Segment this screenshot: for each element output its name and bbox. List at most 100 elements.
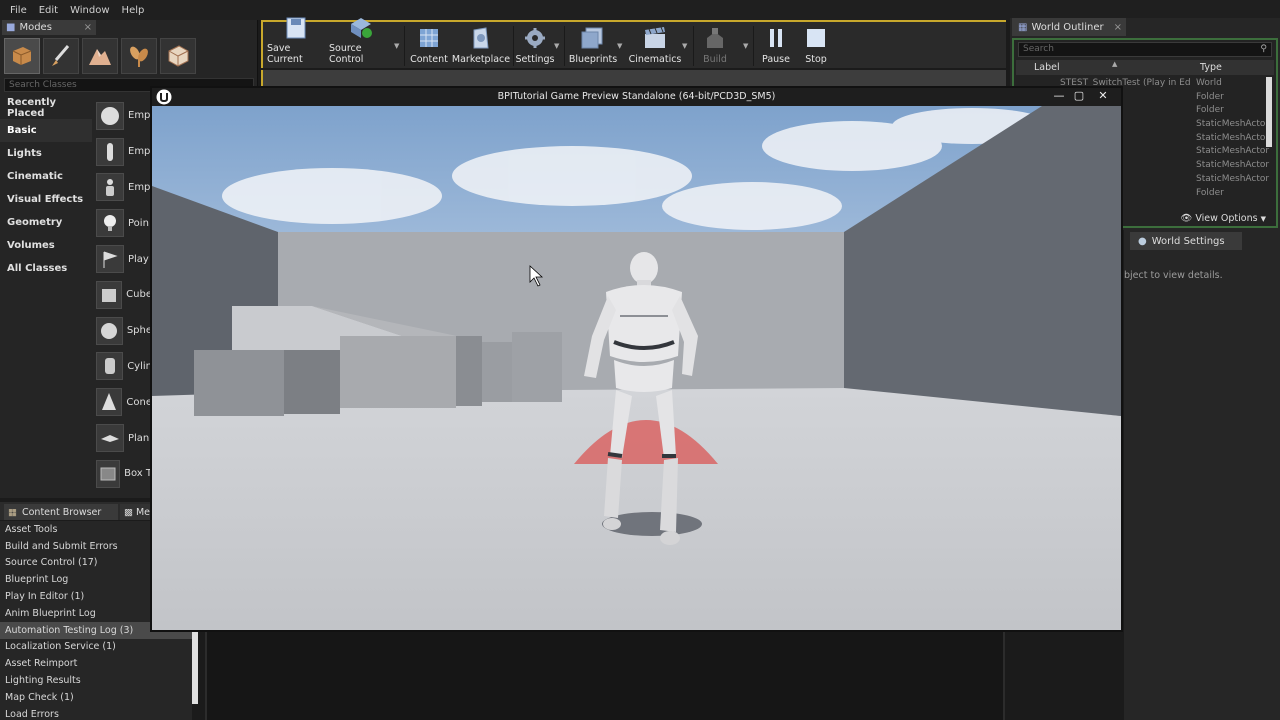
paint-mode-icon[interactable] <box>43 38 79 74</box>
game-scene <box>152 106 1121 630</box>
world-outliner-tab[interactable]: ▦ World Outliner × <box>1012 18 1126 36</box>
geometry-mode-icon[interactable] <box>160 38 196 74</box>
category-cinematic[interactable]: Cinematic <box>0 165 92 188</box>
list-item[interactable]: Box T <box>92 456 152 492</box>
category-lights[interactable]: Lights <box>0 142 92 165</box>
build-dropdown-icon[interactable]: ▼ <box>743 42 748 50</box>
modes-tab-label: Modes <box>19 22 52 33</box>
outliner-icon: ▦ <box>1018 21 1028 33</box>
mode-icon-row <box>4 38 196 74</box>
content-browser-tab[interactable]: ▦ Content Browser <box>4 504 118 520</box>
menu-edit[interactable]: Edit <box>33 5 64 16</box>
game-window-title: BPITutorial Game Preview Standalone (64-… <box>497 91 776 102</box>
toolbar-separator <box>513 26 514 66</box>
close-icon[interactable]: × <box>84 22 92 33</box>
settings-button[interactable]: Settings <box>516 22 554 68</box>
modes-tab[interactable]: ■ Modes × <box>2 20 96 35</box>
list-item[interactable]: Lighting Results <box>0 672 192 689</box>
cinematics-icon <box>642 25 668 51</box>
plane-icon <box>96 424 124 453</box>
box-trigger-icon <box>96 459 121 488</box>
list-item[interactable]: Cylin <box>92 349 152 385</box>
globe-icon: ● <box>1138 235 1147 247</box>
details-empty-hint: bject to view details. <box>1124 270 1223 281</box>
marketplace-icon <box>468 25 494 51</box>
foliage-mode-icon[interactable] <box>121 38 157 74</box>
build-button[interactable]: Build <box>697 22 733 68</box>
sphere-thumb-icon <box>96 101 124 130</box>
settings-dropdown-icon[interactable]: ▼ <box>554 42 559 50</box>
menu-help[interactable]: Help <box>116 5 151 16</box>
list-item[interactable]: Asset Reimport <box>0 655 192 672</box>
category-basic[interactable]: Basic <box>0 119 92 142</box>
close-icon[interactable]: × <box>1114 22 1122 33</box>
block <box>194 350 284 416</box>
world-settings-tab[interactable]: ● World Settings <box>1130 232 1242 250</box>
close-icon[interactable]: ✕ <box>1094 89 1112 104</box>
list-item[interactable]: Play <box>92 241 152 277</box>
outliner-scrollbar[interactable] <box>1266 77 1272 147</box>
list-item[interactable]: Emp <box>92 170 152 206</box>
cinematics-dropdown-icon[interactable]: ▼ <box>682 42 687 50</box>
list-item[interactable]: Load Errors <box>0 706 192 720</box>
message-log-icon: ▩ <box>124 506 133 518</box>
view-options-button[interactable]: 👁 View Options ▼ <box>1180 213 1266 224</box>
category-all-classes[interactable]: All Classes <box>0 257 92 280</box>
category-volumes[interactable]: Volumes <box>0 234 92 257</box>
source-control-button[interactable]: Source Control <box>329 18 393 68</box>
bottom-tab-bar: ▦ Content Browser ▩ Me <box>0 502 150 520</box>
list-item[interactable]: Cube <box>92 277 152 313</box>
place-mode-icon[interactable] <box>4 38 40 74</box>
settings-icon <box>522 25 548 51</box>
game-viewport[interactable] <box>152 106 1121 630</box>
blueprints-button[interactable]: Blueprints <box>569 22 617 68</box>
list-item[interactable]: Cone <box>92 384 152 420</box>
label-column-header[interactable]: Label <box>1034 62 1060 73</box>
menu-bar: File Edit Window Help <box>0 0 1280 20</box>
game-preview-window: BPITutorial Game Preview Standalone (64-… <box>150 86 1123 632</box>
category-visual-effects[interactable]: Visual Effects <box>0 188 92 211</box>
type-column-header[interactable]: Type <box>1200 62 1222 73</box>
list-item[interactable]: Emp <box>92 134 152 170</box>
stop-button[interactable]: Stop <box>799 22 833 68</box>
cone-icon <box>96 388 123 417</box>
list-item[interactable]: Sphe <box>92 313 152 349</box>
log-scrollbar[interactable] <box>192 632 198 704</box>
message-log-tab[interactable]: ▩ Me <box>120 504 150 520</box>
content-browser-tab-label: Content Browser <box>21 506 102 518</box>
source-control-dropdown-icon[interactable]: ▼ <box>394 42 399 50</box>
view-options-label: View Options <box>1195 213 1258 224</box>
message-log-tab-label: Me <box>135 506 150 518</box>
pause-button[interactable]: Pause <box>759 22 793 68</box>
list-item[interactable]: Plan <box>92 420 152 456</box>
list-item[interactable]: Poin <box>92 205 152 241</box>
message-log-output <box>205 632 1005 720</box>
cube-thumb-icon <box>96 280 123 309</box>
content-icon <box>416 25 442 51</box>
list-item[interactable]: Emp <box>92 98 152 134</box>
block <box>512 332 562 402</box>
list-item[interactable]: Localization Service (1) <box>0 639 192 656</box>
list-item[interactable]: Map Check (1) <box>0 689 192 706</box>
content-browser-icon: ▦ <box>8 506 17 518</box>
content-button[interactable]: Content <box>409 22 449 68</box>
menu-file[interactable]: File <box>4 5 33 16</box>
menu-window[interactable]: Window <box>64 5 115 16</box>
search-icon: ⚲ <box>1260 44 1267 54</box>
blueprints-dropdown-icon[interactable]: ▼ <box>617 42 622 50</box>
maximize-icon[interactable]: ▢ <box>1070 89 1088 104</box>
placeable-items: Emp Emp Emp Poin Play Cube Sphe Cylin Co… <box>92 98 152 492</box>
landscape-mode-icon[interactable] <box>82 38 118 74</box>
category-geometry[interactable]: Geometry <box>0 211 92 234</box>
minimize-icon[interactable]: — <box>1050 89 1068 104</box>
cylinder-icon <box>96 352 124 381</box>
save-current-button[interactable]: Save Current <box>267 17 325 68</box>
game-window-titlebar[interactable]: BPITutorial Game Preview Standalone (64-… <box>152 88 1121 106</box>
marketplace-button[interactable]: Marketplace <box>452 22 510 68</box>
category-recently-placed[interactable]: Recently Placed <box>0 96 92 119</box>
cinematics-button[interactable]: Cinematics <box>629 22 681 68</box>
stop-icon <box>803 25 829 51</box>
outliner-search-input[interactable]: Search ⚲ <box>1018 42 1272 57</box>
toolbar-separator <box>564 26 565 66</box>
world-settings-tab-label: World Settings <box>1151 235 1225 247</box>
